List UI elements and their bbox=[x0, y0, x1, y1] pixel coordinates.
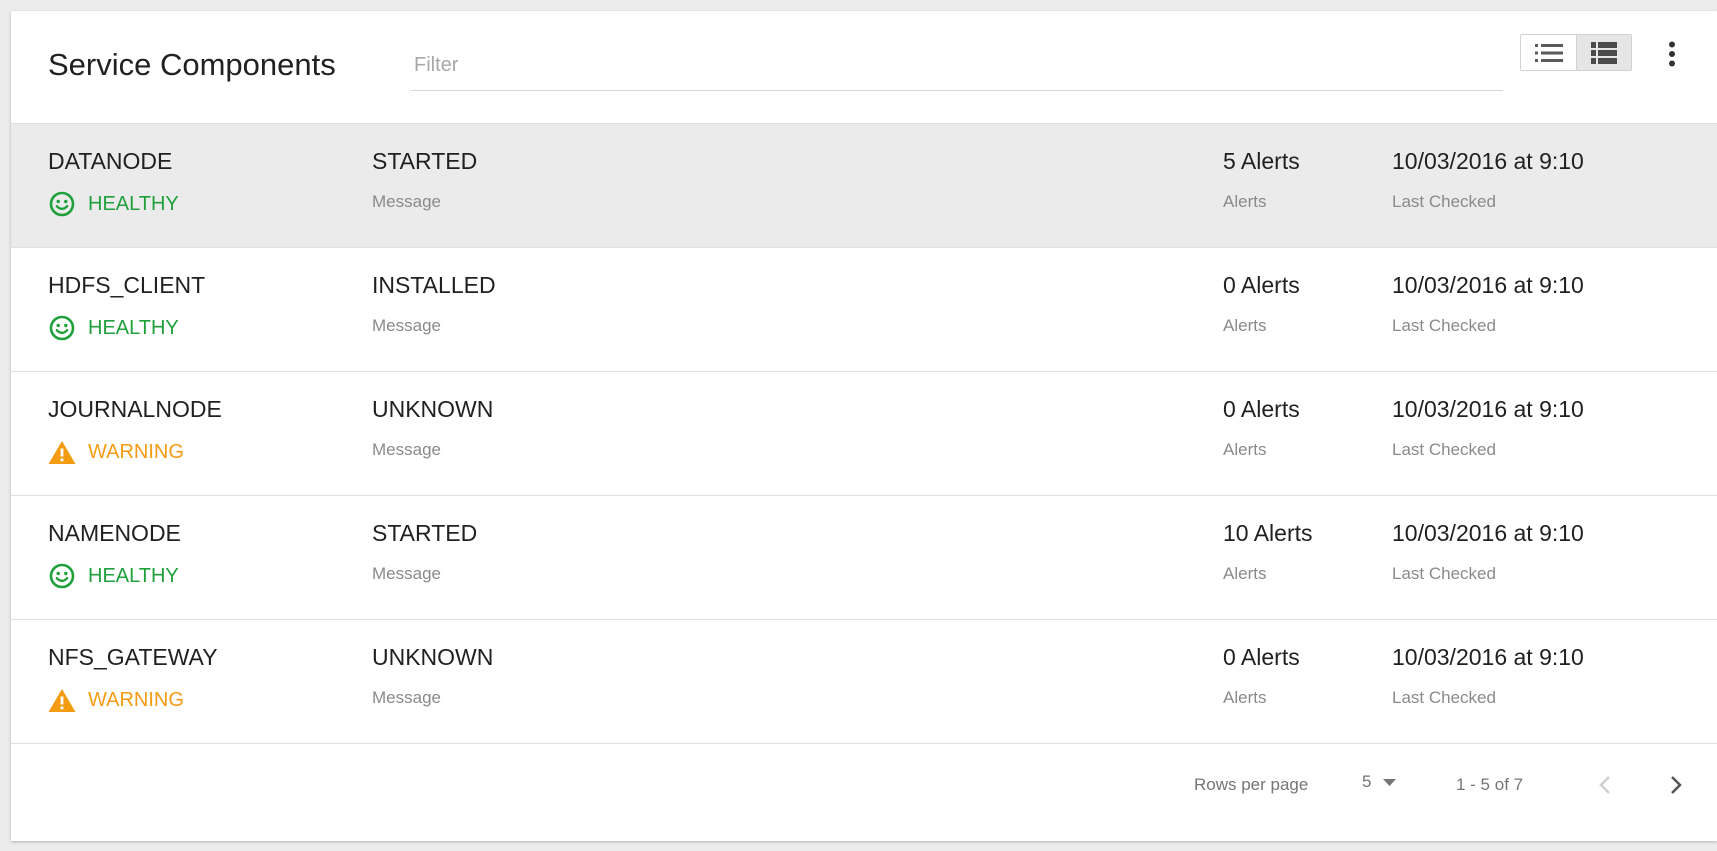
more-options-button[interactable] bbox=[1661, 35, 1683, 73]
message-label: Message bbox=[372, 564, 441, 583]
detail-view-button[interactable] bbox=[1576, 35, 1631, 70]
chevron-right-icon bbox=[1671, 776, 1682, 794]
alerts-count: 0 Alerts bbox=[1223, 396, 1300, 422]
list-item[interactable]: NFS_GATEWAY WARNING UNKNOWN Message 0 Alerts… bbox=[11, 620, 1717, 744]
last-checked-date: 10/03/2016 at 9:10 bbox=[1392, 644, 1584, 670]
component-state: INSTALLED bbox=[372, 272, 496, 298]
warning-icon bbox=[48, 688, 76, 712]
component-state: STARTED bbox=[372, 520, 478, 546]
dropdown-arrow-icon bbox=[1383, 778, 1397, 786]
more-vert-icon bbox=[1669, 41, 1675, 67]
health-icon-wrap bbox=[48, 562, 76, 590]
health-icon-wrap bbox=[48, 686, 76, 714]
smiley-icon bbox=[49, 563, 75, 589]
health-label: WARNING bbox=[88, 688, 184, 711]
message-label: Message bbox=[372, 316, 441, 335]
alerts-label: Alerts bbox=[1223, 564, 1267, 583]
smiley-icon bbox=[49, 191, 75, 217]
alerts-label: Alerts bbox=[1223, 688, 1267, 707]
warning-icon bbox=[48, 440, 76, 464]
list-item[interactable]: JOURNALNODE WARNING UNKNOWN Message 0 Alerts… bbox=[11, 372, 1717, 496]
rows-per-page-value: 5 bbox=[1362, 772, 1372, 791]
last-checked-label: Last Checked bbox=[1392, 564, 1496, 583]
last-checked-date: 10/03/2016 at 9:10 bbox=[1392, 272, 1584, 298]
component-state: UNKNOWN bbox=[372, 396, 494, 422]
service-components-card: Service Components Filter DATANODE HEALT… bbox=[11, 11, 1717, 841]
message-label: Message bbox=[372, 688, 441, 707]
pagination-range: 1 - 5 of 7 bbox=[1456, 775, 1524, 794]
last-checked-label: Last Checked bbox=[1392, 192, 1496, 211]
health-label: HEALTHY bbox=[88, 564, 179, 587]
health-status: HEALTHY bbox=[48, 314, 179, 342]
list-view-icon bbox=[1534, 43, 1563, 62]
smiley-icon bbox=[49, 315, 75, 341]
alerts-label: Alerts bbox=[1223, 192, 1267, 211]
component-name: JOURNALNODE bbox=[48, 396, 222, 422]
chevron-left-icon bbox=[1599, 776, 1610, 794]
last-checked-date: 10/03/2016 at 9:10 bbox=[1392, 148, 1584, 174]
alerts-count: 5 Alerts bbox=[1223, 148, 1300, 174]
alerts-count: 0 Alerts bbox=[1223, 272, 1300, 298]
message-label: Message bbox=[372, 440, 441, 459]
list-item[interactable]: HDFS_CLIENT HEALTHY INSTALLED Message 0 Aler… bbox=[11, 248, 1717, 372]
last-checked-date: 10/03/2016 at 9:10 bbox=[1392, 520, 1584, 546]
health-icon-wrap bbox=[48, 314, 76, 342]
health-status: HEALTHY bbox=[48, 190, 179, 218]
rows-per-page-select[interactable]: 5 bbox=[1362, 772, 1397, 792]
component-name: DATANODE bbox=[48, 148, 173, 174]
component-list: DATANODE HEALTHY STARTED Message 5 Alerts Ale… bbox=[11, 124, 1717, 744]
component-name: HDFS_CLIENT bbox=[48, 272, 206, 298]
list-item[interactable]: DATANODE HEALTHY STARTED Message 5 Alerts Ale… bbox=[11, 124, 1717, 248]
component-name: NAMENODE bbox=[48, 520, 181, 546]
health-icon-wrap bbox=[48, 190, 76, 218]
alerts-count: 0 Alerts bbox=[1223, 644, 1300, 670]
detail-list-view-icon bbox=[1591, 41, 1617, 64]
page-title: Service Components bbox=[48, 47, 336, 82]
alerts-count: 10 Alerts bbox=[1223, 520, 1313, 546]
alerts-label: Alerts bbox=[1223, 316, 1267, 335]
view-toggle bbox=[1520, 34, 1632, 71]
last-checked-label: Last Checked bbox=[1392, 440, 1496, 459]
filter-field bbox=[411, 49, 1503, 91]
alerts-label: Alerts bbox=[1223, 440, 1267, 459]
health-label: HEALTHY bbox=[88, 316, 179, 339]
component-state: UNKNOWN bbox=[372, 644, 494, 670]
filter-input[interactable] bbox=[411, 49, 1503, 90]
next-page-button[interactable] bbox=[1662, 768, 1690, 802]
previous-page-button[interactable] bbox=[1591, 768, 1619, 802]
last-checked-date: 10/03/2016 at 9:10 bbox=[1392, 396, 1584, 422]
health-icon-wrap bbox=[48, 438, 76, 466]
rows-per-page-label: Rows per page bbox=[1194, 775, 1309, 794]
card-header: Service Components bbox=[11, 11, 1717, 124]
health-label: WARNING bbox=[88, 440, 184, 463]
health-status: WARNING bbox=[48, 686, 184, 714]
component-name: NFS_GATEWAY bbox=[48, 644, 218, 670]
health-status: HEALTHY bbox=[48, 562, 179, 590]
pagination-bar: Rows per page 5 1 - 5 of 7 bbox=[11, 744, 1717, 831]
component-state: STARTED bbox=[372, 148, 478, 174]
health-status: WARNING bbox=[48, 438, 184, 466]
health-label: HEALTHY bbox=[88, 192, 179, 215]
list-view-button[interactable] bbox=[1521, 35, 1576, 70]
message-label: Message bbox=[372, 192, 441, 211]
last-checked-label: Last Checked bbox=[1392, 688, 1496, 707]
list-item[interactable]: NAMENODE HEALTHY STARTED Message 10 Alerts Al… bbox=[11, 496, 1717, 620]
last-checked-label: Last Checked bbox=[1392, 316, 1496, 335]
